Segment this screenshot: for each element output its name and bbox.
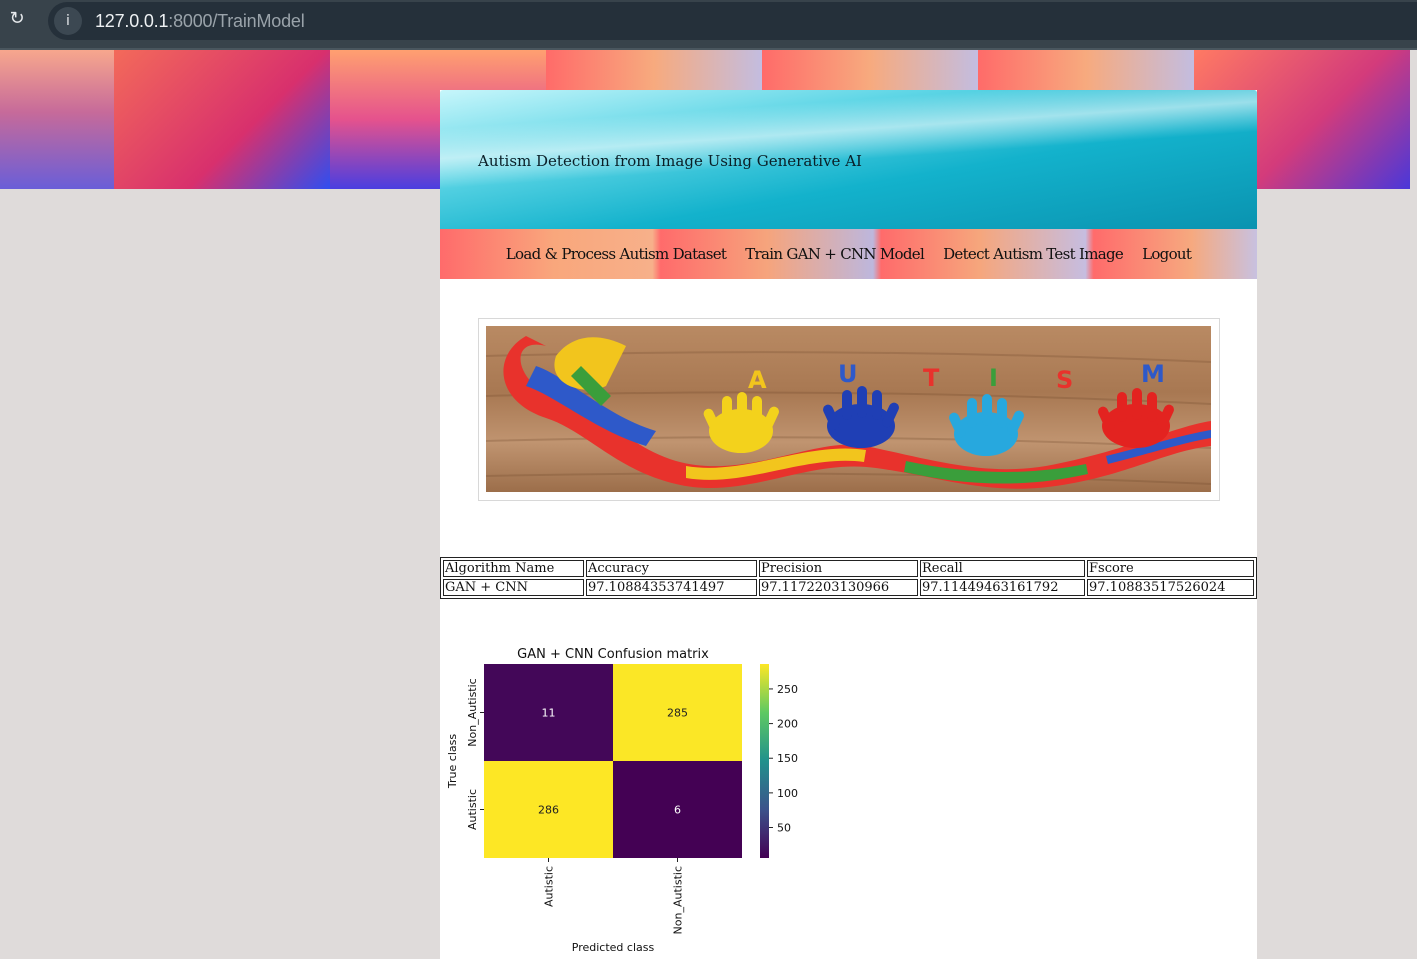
x-axis-label: Predicted class (572, 941, 655, 954)
banner-letter-s: S (1056, 366, 1073, 394)
cell-value-label: 6 (674, 804, 681, 817)
light-blue-hand-icon (949, 394, 1024, 456)
table-header-row: Algorithm Name Accuracy Precision Recall… (443, 560, 1254, 577)
colorbar (760, 664, 769, 858)
col-fscore: Fscore (1087, 560, 1254, 577)
nav-train-model[interactable]: Train GAN + CNN Model (745, 245, 925, 263)
y-axis-label: True class (446, 734, 459, 789)
colorbar-tick-label: 100 (777, 787, 798, 800)
cell-value-label: 285 (667, 707, 688, 720)
colorbar-tick-label: 200 (777, 718, 798, 731)
banner-letter-a: A (748, 366, 767, 394)
col-precision: Precision (759, 560, 918, 577)
nav-logout[interactable]: Logout (1142, 245, 1192, 263)
col-accuracy: Accuracy (586, 560, 757, 577)
url-path: :8000/TrainModel (168, 11, 305, 31)
colorbar-tick-label: 150 (777, 752, 798, 765)
yellow-hand-icon (703, 392, 779, 453)
table-row: GAN + CNN 97.10884353741497 97.117220313… (443, 579, 1254, 596)
cell-value-label: 11 (542, 707, 556, 720)
nav-detect-image[interactable]: Detect Autism Test Image (943, 245, 1124, 263)
chart-title: GAN + CNN Confusion matrix (517, 647, 709, 662)
banner-illustration: A U T I S M (486, 336, 1211, 489)
cell-value-label: 286 (538, 804, 559, 817)
col-algorithm-name: Algorithm Name (443, 560, 584, 577)
browser-toolbar: ↻ i 127.0.0.1:8000/TrainModel (0, 0, 1417, 50)
banner-letter-t: T (923, 364, 940, 392)
url-host: 127.0.0.1 (95, 11, 169, 31)
url-text[interactable]: 127.0.0.1:8000/TrainModel (95, 11, 305, 32)
banner-letter-i: I (989, 364, 998, 392)
x-tick-label: Non_Autistic (672, 866, 685, 934)
cell-fscore: 97.10883517526024 (1087, 579, 1254, 596)
autism-awareness-banner: A U T I S M (486, 326, 1211, 492)
banner-letter-u: U (838, 360, 858, 388)
col-recall: Recall (920, 560, 1085, 577)
y-tick-label: Non_Autistic (466, 678, 479, 746)
colorbar-tick-label: 50 (777, 822, 791, 835)
y-tick-label: Autistic (466, 789, 479, 830)
x-tick-label: Autistic (543, 866, 556, 907)
site-header: Autism Detection from Image Using Genera… (440, 90, 1257, 229)
blue-hand-icon (823, 386, 899, 448)
nav-load-dataset[interactable]: Load & Process Autism Dataset (506, 245, 727, 263)
banner-frame: A U T I S M (478, 318, 1220, 501)
reload-icon[interactable]: ↻ (6, 8, 28, 30)
banner-letter-m: M (1141, 360, 1165, 388)
cell-precision: 97.1172203130966 (759, 579, 918, 596)
colorbar-tick-label: 250 (777, 683, 798, 696)
confusion-matrix-chart: GAN + CNN Confusion matrix 11 285 286 6 Non_A… (446, 647, 798, 954)
cell-recall: 97.11449463161792 (920, 579, 1085, 596)
address-bar[interactable]: i 127.0.0.1:8000/TrainModel (48, 2, 1417, 40)
cell-accuracy: 97.10884353741497 (586, 579, 757, 596)
main-content: Autism Detection from Image Using Genera… (440, 90, 1257, 959)
info-icon[interactable]: i (54, 7, 82, 35)
cell-algorithm: GAN + CNN (443, 579, 584, 596)
nav-bar: Load & Process Autism Dataset Train GAN … (440, 229, 1257, 279)
results-table: Algorithm Name Accuracy Precision Recall… (440, 557, 1257, 599)
site-title: Autism Detection from Image Using Genera… (478, 152, 862, 170)
